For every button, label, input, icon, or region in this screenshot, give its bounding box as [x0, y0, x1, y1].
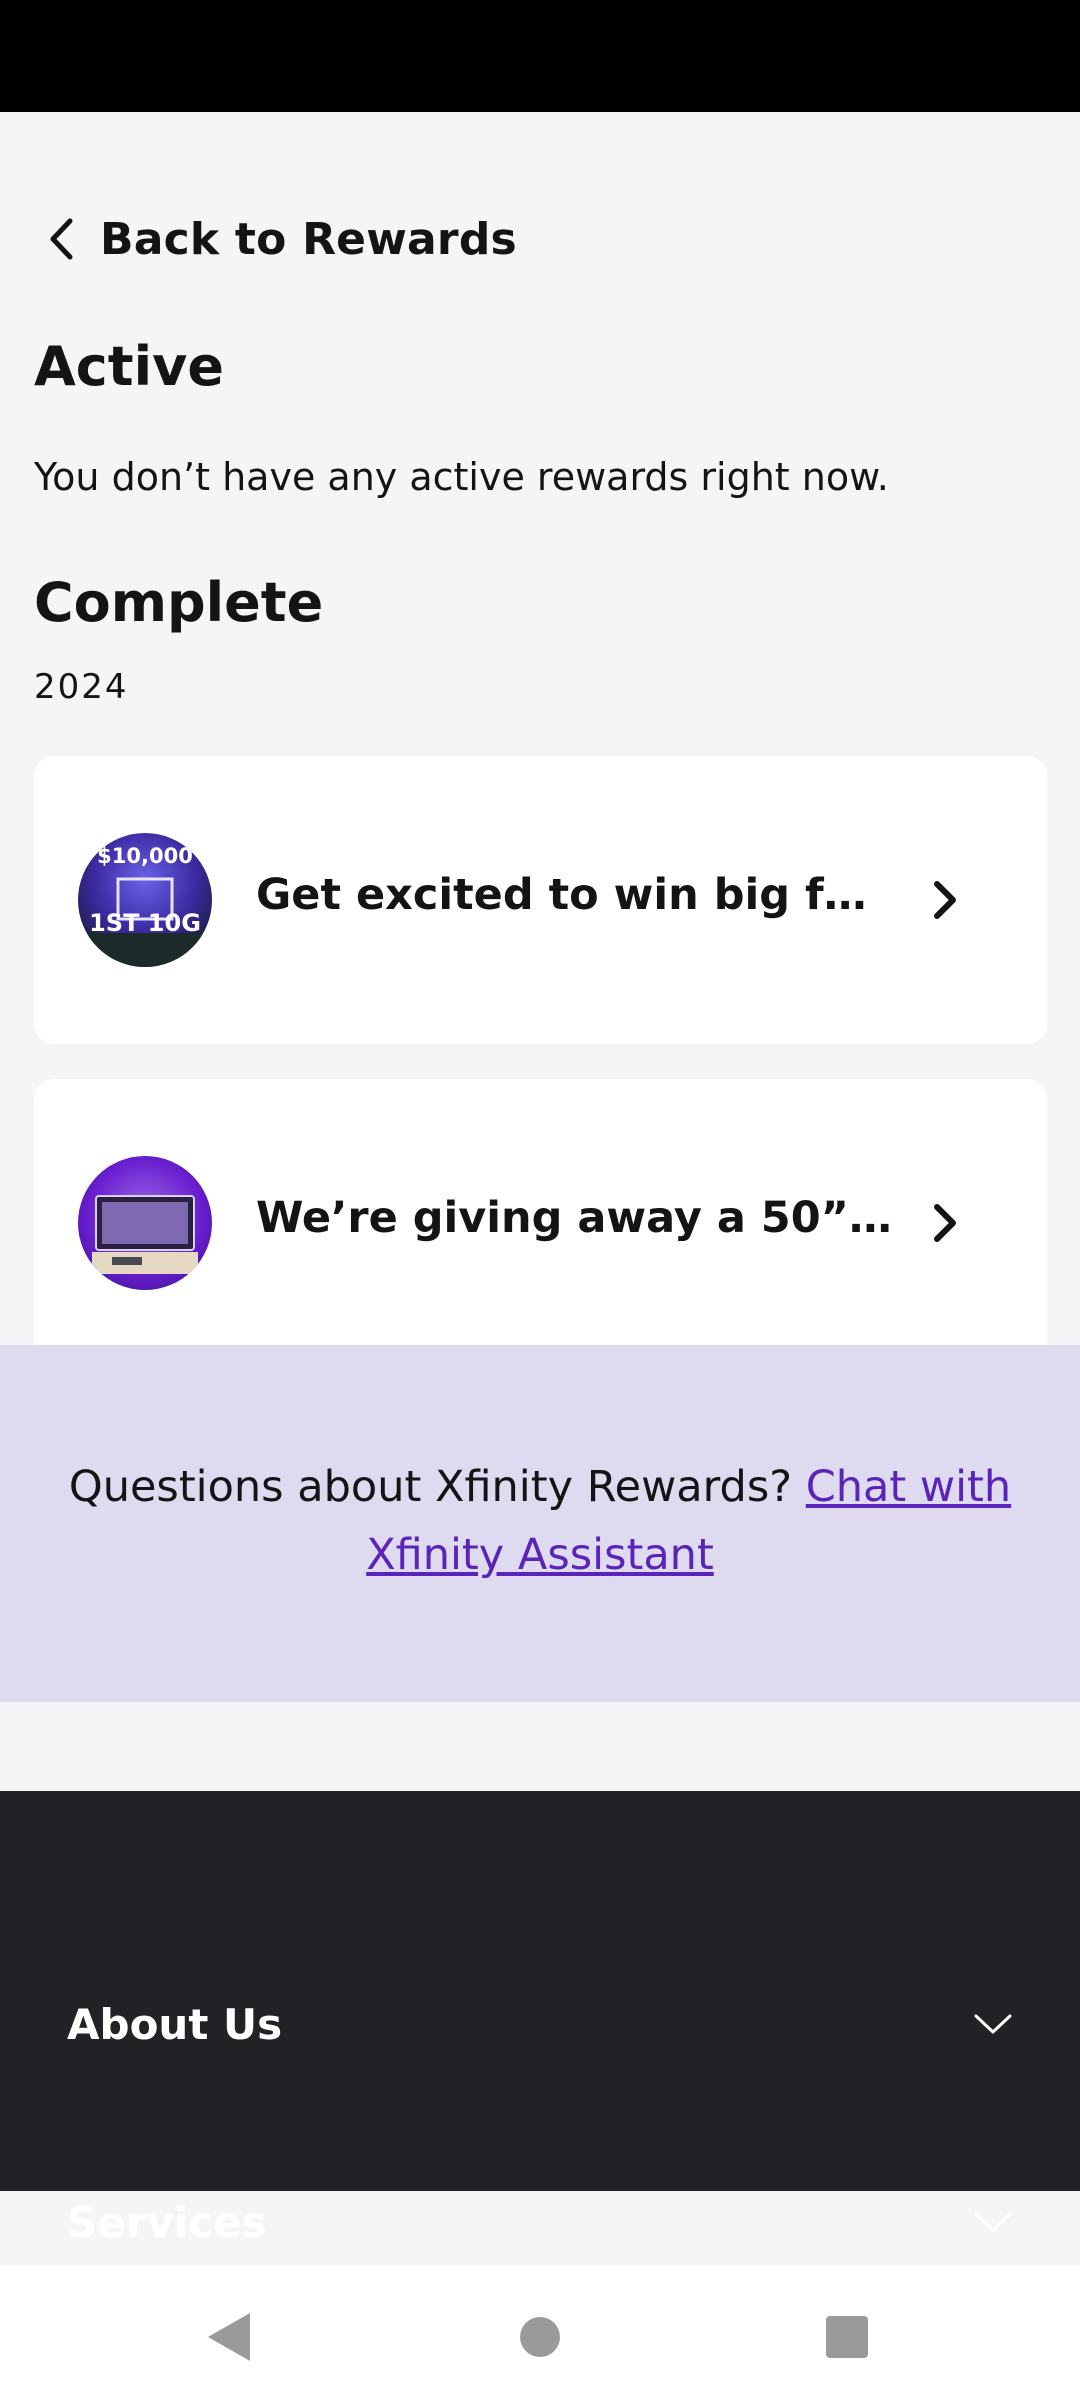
chevron-down-icon	[973, 2011, 1013, 2037]
year-label: 2024	[34, 667, 129, 707]
thumbnail-prize-text: $10,000	[97, 844, 193, 868]
chevron-right-icon	[931, 1201, 961, 1245]
footer-about-us[interactable]: About Us	[67, 1989, 1013, 2059]
home-circle-icon[interactable]	[510, 2307, 570, 2367]
reward-thumbnail	[78, 1156, 212, 1290]
help-question: Questions about Xfinity Rewards?	[68, 1462, 806, 1512]
chevron-right-icon	[931, 878, 961, 922]
system-navigation-bar	[0, 2265, 1080, 2400]
footer-services-label: Services	[67, 2197, 267, 2247]
recents-square-icon[interactable]	[817, 2307, 877, 2367]
reward-title: Get excited to win big for th...	[256, 870, 896, 920]
reward-thumbnail: $10,000 1ST 10G	[78, 833, 212, 967]
chevron-down-icon	[973, 2209, 1013, 2235]
active-heading: Active	[34, 335, 224, 398]
no-active-rewards-message: You don’t have any active rewards right …	[34, 455, 889, 499]
footer-about-us-label: About Us	[67, 1999, 283, 2049]
status-bar	[0, 0, 1080, 112]
complete-heading: Complete	[34, 571, 324, 634]
footer: About Us Services	[0, 1791, 1080, 2247]
back-triangle-icon[interactable]	[200, 2307, 260, 2367]
thumbnail-subtitle-text: 1ST 10G	[89, 909, 201, 937]
chevron-left-icon	[48, 217, 82, 261]
reward-card[interactable]: $10,000 1ST 10G Get excited to win big f…	[34, 756, 1047, 1044]
reward-title: We’re giving away a 50” TV...	[256, 1193, 896, 1243]
footer-services[interactable]: Services	[67, 2187, 1013, 2257]
reward-card[interactable]: We’re giving away a 50” TV...	[34, 1079, 1047, 1367]
help-text: Questions about Xfinity Rewards? Chat wi…	[60, 1453, 1020, 1589]
back-to-rewards-link[interactable]: Back to Rewards	[48, 209, 517, 269]
back-to-rewards-label: Back to Rewards	[100, 213, 517, 265]
